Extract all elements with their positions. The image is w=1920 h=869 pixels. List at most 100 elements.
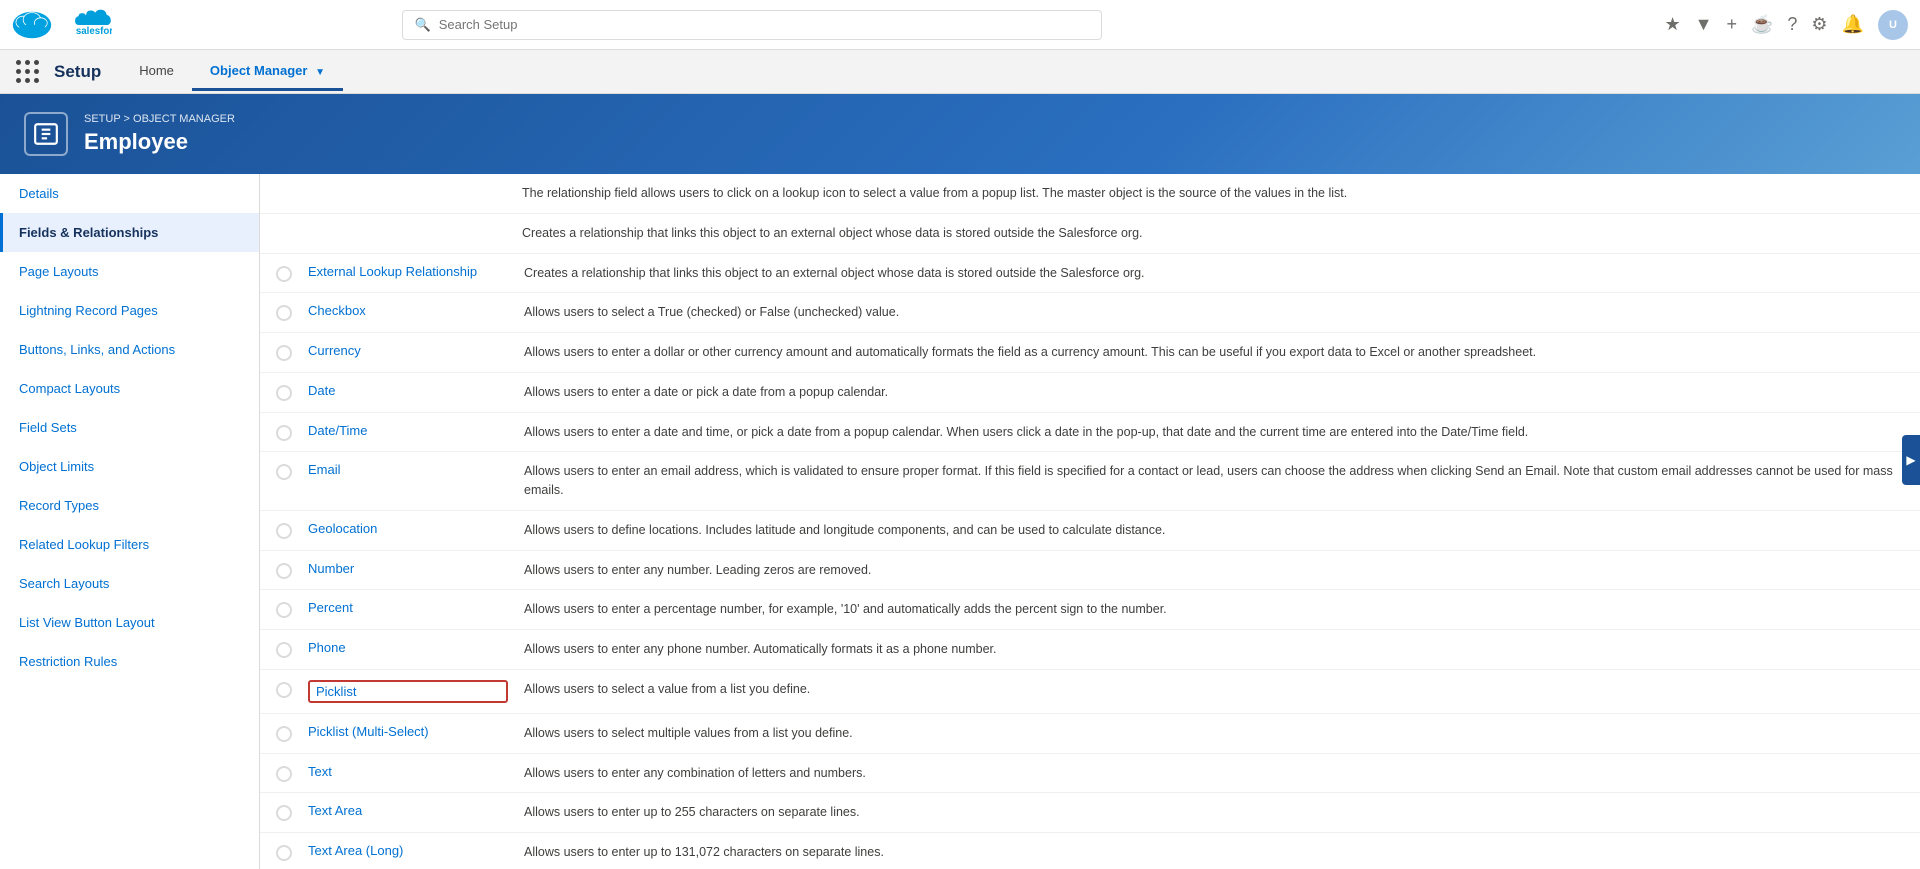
app-launcher[interactable] <box>16 60 40 84</box>
field-row-datetime: Date/Time Allows users to enter a date a… <box>260 413 1920 453</box>
nav-tabs: Home Object Manager ▼ <box>121 53 343 91</box>
sidebar-item-object-limits[interactable]: Object Limits <box>0 447 259 486</box>
sidebar-item-search-layouts[interactable]: Search Layouts <box>0 564 259 603</box>
field-desc-checkbox: Allows users to select a True (checked) … <box>524 303 1904 322</box>
radio-text-area[interactable] <box>276 805 292 821</box>
field-name-text-area[interactable]: Text Area <box>308 803 508 818</box>
banner: SETUP > OBJECT MANAGER Employee <box>0 94 1920 174</box>
radio-phone[interactable] <box>276 642 292 658</box>
radio-picklist[interactable] <box>276 682 292 698</box>
field-name-checkbox[interactable]: Checkbox <box>308 303 508 318</box>
field-row-email: Email Allows users to enter an email add… <box>260 452 1920 511</box>
right-collapse-tab[interactable]: ▶ <box>1902 435 1920 485</box>
field-desc-picklist-multi: Allows users to select multiple values f… <box>524 724 1904 743</box>
second-navigation: Setup Home Object Manager ▼ <box>0 50 1920 94</box>
field-row-text: Text Allows users to enter any combinati… <box>260 754 1920 794</box>
sidebar: Details Fields & Relationships Page Layo… <box>0 174 260 869</box>
field-name-text-area-long[interactable]: Text Area (Long) <box>308 843 508 858</box>
field-row-text-area-long: Text Area (Long) Allows users to enter u… <box>260 833 1920 869</box>
field-name-external-lookup[interactable]: External Lookup Relationship <box>308 264 508 279</box>
field-desc-geolocation: Allows users to define locations. Includ… <box>524 521 1904 540</box>
field-desc-text-area: Allows users to enter up to 255 characte… <box>524 803 1904 822</box>
radio-geolocation[interactable] <box>276 523 292 539</box>
radio-percent[interactable] <box>276 602 292 618</box>
tab-home[interactable]: Home <box>121 53 192 91</box>
radio-date[interactable] <box>276 385 292 401</box>
help-icon[interactable]: ? <box>1787 14 1797 35</box>
field-name-number[interactable]: Number <box>308 561 508 576</box>
field-name-phone[interactable]: Phone <box>308 640 508 655</box>
sidebar-item-record-types[interactable]: Record Types <box>0 486 259 525</box>
field-name-datetime[interactable]: Date/Time <box>308 423 508 438</box>
sf-logo-icon: salesforce <box>68 8 112 38</box>
object-icon <box>24 112 68 156</box>
sidebar-item-buttons-links-actions[interactable]: Buttons, Links, and Actions <box>0 330 259 369</box>
field-row-picklist-multi: Picklist (Multi-Select) Allows users to … <box>260 714 1920 754</box>
field-row-phone: Phone Allows users to enter any phone nu… <box>260 630 1920 670</box>
bell-icon[interactable]: 🔔 <box>1842 14 1864 35</box>
field-name-geolocation[interactable]: Geolocation <box>308 521 508 536</box>
field-desc-email: Allows users to enter an email address, … <box>524 462 1904 500</box>
setup-icon[interactable]: ☕ <box>1751 14 1773 35</box>
sidebar-item-details[interactable]: Details <box>0 174 259 213</box>
sidebar-item-restriction-rules[interactable]: Restriction Rules <box>0 642 259 681</box>
sidebar-item-page-layouts[interactable]: Page Layouts <box>0 252 259 291</box>
sidebar-item-compact-layouts[interactable]: Compact Layouts <box>0 369 259 408</box>
search-icon: 🔍 <box>415 17 431 33</box>
header-desc-row-1: The relationship field allows users to c… <box>260 174 1920 214</box>
field-row-text-area: Text Area Allows users to enter up to 25… <box>260 793 1920 833</box>
sidebar-item-field-sets[interactable]: Field Sets <box>0 408 259 447</box>
field-row-external-lookup: External Lookup Relationship Creates a r… <box>260 254 1920 294</box>
field-row-geolocation: Geolocation Allows users to define locat… <box>260 511 1920 551</box>
radio-checkbox[interactable] <box>276 305 292 321</box>
header-desc-1: The relationship field allows users to c… <box>522 184 1904 203</box>
salesforce-logo <box>12 11 52 39</box>
radio-picklist-multi[interactable] <box>276 726 292 742</box>
dropdown-icon[interactable]: ▼ <box>1695 14 1713 35</box>
field-name-date[interactable]: Date <box>308 383 508 398</box>
field-desc-number: Allows users to enter any number. Leadin… <box>524 561 1904 580</box>
add-icon[interactable]: + <box>1726 14 1737 35</box>
radio-text[interactable] <box>276 766 292 782</box>
breadcrumb-setup[interactable]: SETUP <box>84 113 120 125</box>
avatar[interactable]: U <box>1878 10 1908 40</box>
radio-number[interactable] <box>276 563 292 579</box>
tab-object-manager[interactable]: Object Manager ▼ <box>192 53 343 91</box>
sidebar-item-lightning-record-pages[interactable]: Lightning Record Pages <box>0 291 259 330</box>
breadcrumb-object-manager[interactable]: OBJECT MANAGER <box>133 113 235 125</box>
radio-external-lookup[interactable] <box>276 266 292 282</box>
field-row-percent: Percent Allows users to enter a percenta… <box>260 590 1920 630</box>
field-name-percent[interactable]: Percent <box>308 600 508 615</box>
bookmark-icon[interactable]: ★ <box>1665 14 1681 35</box>
field-name-picklist[interactable]: Picklist <box>308 680 508 703</box>
radio-text-area-long[interactable] <box>276 845 292 861</box>
svg-text:salesforce: salesforce <box>76 26 112 37</box>
field-name-currency[interactable]: Currency <box>308 343 508 358</box>
banner-text: SETUP > OBJECT MANAGER Employee <box>84 113 235 155</box>
field-desc-picklist: Allows users to select a value from a li… <box>524 680 1904 699</box>
field-desc-percent: Allows users to enter a percentage numbe… <box>524 600 1904 619</box>
field-name-text[interactable]: Text <box>308 764 508 779</box>
radio-datetime[interactable] <box>276 425 292 441</box>
field-desc-date: Allows users to enter a date or pick a d… <box>524 383 1904 402</box>
radio-email[interactable] <box>276 464 292 480</box>
field-name-picklist-multi[interactable]: Picklist (Multi-Select) <box>308 724 508 739</box>
content-area: The relationship field allows users to c… <box>260 174 1920 869</box>
field-row-number: Number Allows users to enter any number.… <box>260 551 1920 591</box>
breadcrumb: SETUP > OBJECT MANAGER <box>84 113 235 125</box>
field-name-email[interactable]: Email <box>308 462 508 477</box>
search-bar[interactable]: 🔍 <box>402 10 1102 40</box>
field-desc-currency: Allows users to enter a dollar or other … <box>524 343 1904 362</box>
field-desc-text-area-long: Allows users to enter up to 131,072 char… <box>524 843 1904 862</box>
field-type-list: The relationship field allows users to c… <box>260 174 1920 869</box>
search-input[interactable] <box>439 17 1089 32</box>
sidebar-item-list-view-button-layout[interactable]: List View Button Layout <box>0 603 259 642</box>
sidebar-item-related-lookup-filters[interactable]: Related Lookup Filters <box>0 525 259 564</box>
gear-icon[interactable]: ⚙ <box>1811 14 1827 35</box>
field-row-date: Date Allows users to enter a date or pic… <box>260 373 1920 413</box>
radio-currency[interactable] <box>276 345 292 361</box>
header-desc-2: Creates a relationship that links this o… <box>522 224 1904 243</box>
field-row-checkbox: Checkbox Allows users to select a True (… <box>260 293 1920 333</box>
sidebar-item-fields-relationships[interactable]: Fields & Relationships <box>0 213 259 252</box>
field-desc-text: Allows users to enter any combination of… <box>524 764 1904 783</box>
